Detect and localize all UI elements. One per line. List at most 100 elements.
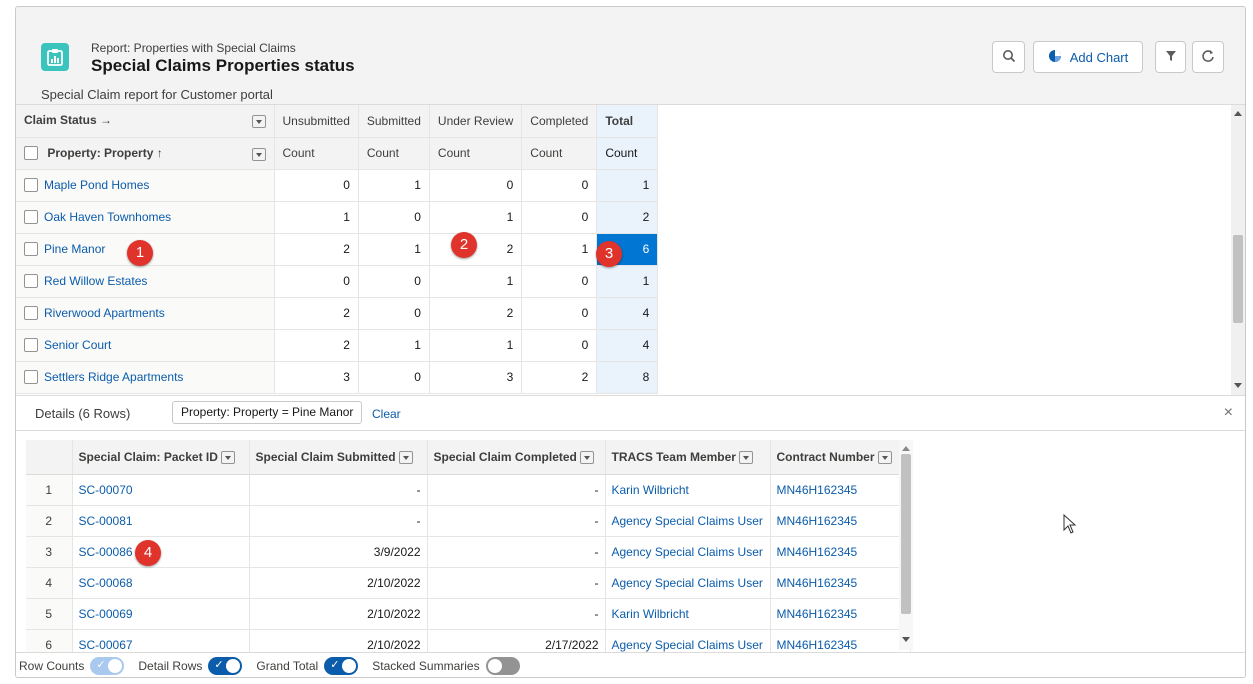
row-checkbox[interactable]	[24, 178, 38, 193]
count-cell[interactable]: 0	[429, 169, 523, 202]
total-cell[interactable]: 8	[596, 361, 659, 394]
contract-link[interactable]: MN46H162345	[770, 505, 911, 537]
toggle-switch[interactable]: ✓	[324, 657, 359, 675]
column-header[interactable]: Unsubmitted	[274, 105, 359, 138]
row-checkbox[interactable]	[24, 242, 38, 257]
column-header[interactable]: Submitted	[358, 105, 430, 138]
count-cell[interactable]: 0	[521, 169, 598, 202]
property-cell[interactable]: Oak Haven Townhomes	[16, 201, 275, 234]
count-cell[interactable]: 3	[274, 361, 359, 394]
team-member-link[interactable]: Agency Special Claims User	[605, 536, 771, 568]
scroll-down-icon[interactable]	[902, 637, 910, 642]
grand-total-toggle[interactable]: Grand Total ✓	[256, 657, 359, 675]
clear-link[interactable]: Clear	[372, 407, 401, 421]
count-cell[interactable]: 1	[358, 169, 430, 202]
team-member-link[interactable]: Karin Wilbricht	[605, 598, 771, 630]
packet-id-link[interactable]: SC-00070	[72, 474, 250, 506]
property-cell[interactable]: Red Willow Estates	[16, 265, 275, 298]
filter-pill[interactable]: Property: Property = Pine Manor	[172, 401, 363, 424]
total-column-header[interactable]: Total	[596, 105, 659, 138]
detail-rows-toggle[interactable]: Detail Rows ✓	[138, 657, 243, 675]
property-header[interactable]: Property: Property ↑	[16, 137, 275, 170]
property-cell[interactable]: Riverwood Apartments	[16, 297, 275, 330]
scroll-thumb[interactable]	[1233, 235, 1243, 323]
total-cell[interactable]: 2	[596, 201, 659, 234]
scroll-up-icon[interactable]	[1234, 111, 1242, 116]
contract-link[interactable]: MN46H162345	[770, 567, 911, 599]
count-cell[interactable]: 1	[274, 201, 359, 234]
chevron-down-icon[interactable]	[251, 147, 266, 161]
team-member-link[interactable]: Agency Special Claims User	[605, 505, 771, 537]
scroll-thumb[interactable]	[901, 454, 911, 614]
count-cell[interactable]: 0	[521, 297, 598, 330]
claim-status-header[interactable]: Claim Status →	[16, 105, 275, 138]
count-cell[interactable]: 1	[429, 201, 523, 234]
count-cell[interactable]: 1	[521, 233, 598, 266]
column-header[interactable]: Contract Number	[770, 440, 911, 475]
search-button[interactable]	[992, 41, 1025, 73]
count-cell[interactable]: 3	[429, 361, 523, 394]
column-header[interactable]: TRACS Team Member	[605, 440, 771, 475]
detail-scrollbar[interactable]	[899, 440, 913, 650]
team-member-link[interactable]: Karin Wilbricht	[605, 474, 771, 506]
summary-scrollbar[interactable]	[1231, 105, 1245, 395]
row-checkbox[interactable]	[24, 338, 38, 353]
packet-id-link[interactable]: SC-00081	[72, 505, 250, 537]
column-header[interactable]: Completed	[521, 105, 598, 138]
chevron-down-icon[interactable]	[251, 115, 266, 129]
column-header[interactable]: Special Claim Submitted	[249, 440, 428, 475]
row-checkbox[interactable]	[24, 210, 38, 225]
select-all-checkbox[interactable]	[24, 146, 38, 161]
chevron-down-icon[interactable]	[221, 450, 236, 464]
count-cell[interactable]: 0	[358, 297, 430, 330]
property-cell[interactable]: Maple Pond Homes	[16, 169, 275, 202]
contract-link[interactable]: MN46H162345	[770, 474, 911, 506]
count-cell[interactable]: 1	[358, 233, 430, 266]
count-cell[interactable]: 1	[429, 265, 523, 298]
count-cell[interactable]: 2	[274, 297, 359, 330]
count-cell[interactable]: 0	[274, 265, 359, 298]
scroll-up-icon[interactable]	[902, 446, 910, 451]
row-checkbox[interactable]	[24, 306, 38, 321]
total-cell[interactable]: 4	[596, 329, 659, 362]
column-header[interactable]: Special Claim Completed	[427, 440, 606, 475]
row-counts-toggle[interactable]: Row Counts ✓	[19, 657, 125, 675]
column-header[interactable]: Special Claim: Packet ID	[72, 440, 250, 475]
row-checkbox[interactable]	[24, 274, 38, 289]
count-cell[interactable]: 0	[521, 201, 598, 234]
total-cell[interactable]: 1	[596, 169, 659, 202]
row-checkbox[interactable]	[24, 370, 38, 385]
property-cell[interactable]: Settlers Ridge Apartments	[16, 361, 275, 394]
scroll-down-icon[interactable]	[1234, 383, 1242, 388]
count-cell[interactable]: 2	[521, 361, 598, 394]
count-cell[interactable]: 0	[358, 201, 430, 234]
chevron-down-icon[interactable]	[580, 450, 595, 464]
property-cell[interactable]: Senior Court	[16, 329, 275, 362]
close-icon[interactable]: ×	[1224, 404, 1233, 422]
packet-id-link[interactable]: SC-00069	[72, 598, 250, 630]
packet-id-link[interactable]: SC-00068	[72, 567, 250, 599]
chevron-down-icon[interactable]	[739, 450, 754, 464]
stacked-summaries-toggle[interactable]: Stacked Summaries	[372, 657, 520, 675]
toggle-switch[interactable]: ✓	[208, 657, 243, 675]
count-cell[interactable]: 0	[274, 169, 359, 202]
count-cell[interactable]: 0	[521, 265, 598, 298]
total-cell[interactable]: 1	[596, 265, 659, 298]
count-cell[interactable]: 0	[358, 265, 430, 298]
chevron-down-icon[interactable]	[398, 450, 413, 464]
column-header[interactable]: Under Review	[429, 105, 523, 138]
refresh-button[interactable]	[1192, 41, 1224, 73]
count-cell[interactable]: 2	[429, 297, 523, 330]
count-cell[interactable]: 1	[429, 329, 523, 362]
count-cell[interactable]: 0	[521, 329, 598, 362]
add-chart-button[interactable]: Add Chart	[1033, 41, 1143, 73]
toggle-switch[interactable]	[485, 657, 520, 675]
total-cell[interactable]: 4	[596, 297, 659, 330]
count-cell[interactable]: 2	[274, 233, 359, 266]
count-cell[interactable]: 0	[358, 361, 430, 394]
team-member-link[interactable]: Agency Special Claims User	[605, 567, 771, 599]
count-cell[interactable]: 2	[274, 329, 359, 362]
filter-button[interactable]	[1155, 41, 1186, 73]
count-cell[interactable]: 1	[358, 329, 430, 362]
contract-link[interactable]: MN46H162345	[770, 536, 911, 568]
